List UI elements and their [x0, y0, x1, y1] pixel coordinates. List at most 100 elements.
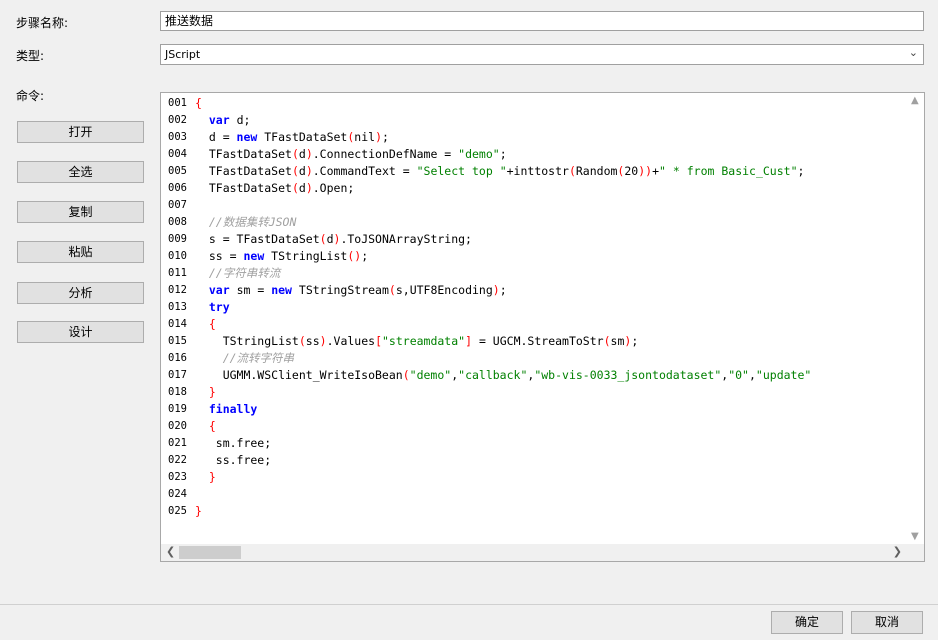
- code-line[interactable]: finally: [195, 401, 257, 418]
- code-token: s,UTF8Encoding: [395, 283, 493, 297]
- code-token: ;: [382, 130, 389, 144]
- code-line[interactable]: s = TFastDataSet(d).ToJSONArrayString;: [195, 231, 472, 248]
- line-number: 012: [168, 284, 187, 296]
- code-token: {: [208, 317, 216, 331]
- code-token: TStringList: [264, 249, 348, 263]
- code-token: ;: [499, 283, 507, 297]
- code-token: "callback": [458, 368, 528, 382]
- code-token: .Values: [326, 334, 376, 348]
- code-token: try: [208, 300, 230, 314]
- open-button[interactable]: 打开: [17, 121, 144, 143]
- code-token: new: [271, 283, 292, 297]
- line-number: 021: [168, 437, 187, 449]
- code-editor[interactable]: 001 002 003 004 005 006 007 008 009 010 011 012 013 0…: [160, 92, 925, 562]
- line-number: 003: [168, 131, 187, 143]
- code-token: new: [243, 249, 265, 263]
- code-line[interactable]: ss.free;: [195, 452, 271, 469]
- code-token: d =: [195, 130, 237, 144]
- code-token: {: [195, 96, 202, 110]
- code-token: d;: [229, 113, 251, 127]
- code-token: }: [208, 385, 216, 399]
- vertical-scrollbar[interactable]: ▲ ▼: [907, 93, 924, 544]
- analyze-button[interactable]: 分析: [17, 282, 144, 304]
- code-token: sm.free;: [195, 436, 272, 450]
- type-select[interactable]: JScript ⌄: [160, 44, 924, 65]
- code-token: (: [291, 147, 299, 161]
- code-line[interactable]: //字符串转流: [195, 265, 280, 282]
- code-line[interactable]: TFastDataSet(d).Open;: [195, 180, 354, 197]
- step-name-input[interactable]: 推送数据: [160, 11, 924, 31]
- line-number: 022: [168, 454, 187, 466]
- code-token: finally: [208, 402, 258, 416]
- line-number: 006: [168, 182, 187, 194]
- code-line[interactable]: ss = new TStringList();: [195, 248, 368, 265]
- chevron-down-icon[interactable]: ⌄: [909, 45, 918, 60]
- code-line[interactable]: //数据集转JSON: [195, 214, 297, 231]
- code-token: sm =: [229, 283, 272, 297]
- code-token: s = TFastDataSet: [195, 232, 320, 246]
- line-number: 023: [168, 471, 187, 483]
- code-token: ): [492, 283, 500, 297]
- code-line[interactable]: TFastDataSet(d).CommandText = "Select to…: [195, 163, 805, 180]
- scroll-down-icon[interactable]: ▼: [911, 531, 919, 542]
- code-line[interactable]: }: [195, 469, 216, 486]
- code-line[interactable]: UGMM.WSClient_WriteIsoBean("demo", "callb…: [195, 367, 812, 384]
- ok-button[interactable]: 确定: [771, 611, 843, 634]
- code-token: +inttostr: [506, 164, 569, 178]
- paste-button[interactable]: 粘贴: [17, 241, 144, 263]
- copy-button[interactable]: 复制: [17, 201, 144, 223]
- code-token: ss =: [195, 249, 244, 263]
- code-line[interactable]: TStringList(ss).Values["streamdata"] = U…: [195, 333, 639, 350]
- code-token: (: [568, 164, 576, 178]
- code-line[interactable]: var d;: [195, 112, 251, 129]
- line-number: 009: [168, 233, 187, 245]
- code-line[interactable]: d = new TFastDataSet(nil);: [195, 129, 389, 146]
- select-all-button[interactable]: 全选: [17, 161, 144, 183]
- code-token: "demo": [409, 368, 452, 382]
- code-token: ): [375, 130, 382, 144]
- design-button[interactable]: 设计: [17, 321, 144, 343]
- code-token: (: [388, 283, 396, 297]
- code-line[interactable]: {: [195, 418, 216, 435]
- code-token: sm: [610, 334, 625, 348]
- code-token: d: [298, 164, 306, 178]
- horizontal-scrollbar[interactable]: ❮ ❯: [161, 544, 907, 561]
- code-line[interactable]: {: [195, 95, 202, 112]
- code-token: ;: [361, 249, 369, 263]
- code-line[interactable]: }: [195, 384, 216, 401]
- code-line[interactable]: //流转字符串: [195, 350, 294, 367]
- code-token: "update": [755, 368, 812, 382]
- code-token: TFastDataSet: [257, 130, 348, 144]
- type-select-value: JScript: [165, 48, 201, 61]
- code-line[interactable]: var sm = new TStringStream(s,UTF8Encodin…: [195, 282, 507, 299]
- code-token: "streamdata": [382, 334, 466, 348]
- horizontal-scroll-thumb[interactable]: [179, 546, 241, 559]
- code-token: (): [347, 249, 362, 263]
- code-token: d: [298, 181, 306, 195]
- code-token: {: [208, 419, 216, 433]
- code-area[interactable]: { var d; d = new TFastDataSet(nil); TFas…: [195, 93, 907, 544]
- code-line[interactable]: TFastDataSet(d).ConnectionDefName = "dem…: [195, 146, 507, 163]
- code-line[interactable]: {: [195, 316, 216, 333]
- scroll-right-icon[interactable]: ❯: [893, 545, 902, 558]
- line-number: 008: [168, 216, 187, 228]
- code-token: ss.free;: [195, 453, 272, 467]
- code-token: //数据集转JSON: [208, 215, 297, 229]
- scroll-left-icon[interactable]: ❮: [166, 545, 175, 558]
- code-token: ): [305, 147, 313, 161]
- line-number: 014: [168, 318, 187, 330]
- code-token: (: [298, 334, 306, 348]
- code-token: }: [208, 470, 216, 484]
- scroll-up-icon[interactable]: ▲: [911, 95, 919, 106]
- code-token: Random: [575, 164, 618, 178]
- code-line[interactable]: try: [195, 299, 230, 316]
- code-line[interactable]: }: [195, 503, 202, 520]
- line-number: 013: [168, 301, 187, 313]
- cancel-button[interactable]: 取消: [851, 611, 923, 634]
- code-line[interactable]: sm.free;: [195, 435, 271, 452]
- code-token: "demo": [458, 147, 500, 161]
- line-number: 001: [168, 97, 187, 109]
